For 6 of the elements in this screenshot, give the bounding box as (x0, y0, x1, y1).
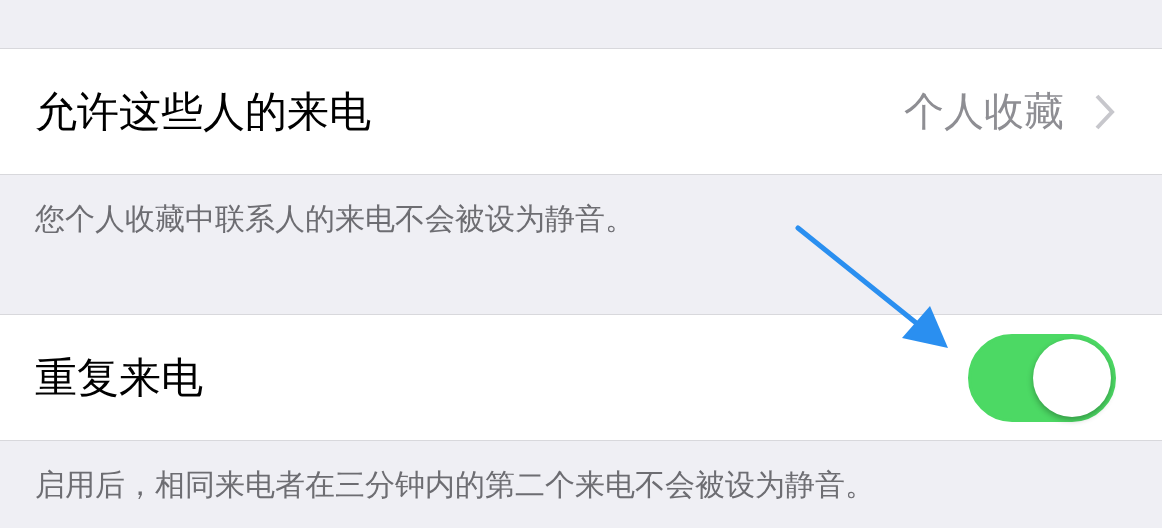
chevron-icon (1094, 92, 1116, 131)
row-value: 个人收藏 (904, 87, 1064, 136)
footer-note: 启用后，相同来电者在三分钟内的第二个来电不会被设为静音。 (35, 467, 875, 502)
row-label: 允许这些人的来电 (35, 85, 372, 138)
footer-note: 您个人收藏中联系人的来电不会被设为静音。 (35, 201, 635, 236)
row-label: 重复来电 (35, 351, 204, 404)
